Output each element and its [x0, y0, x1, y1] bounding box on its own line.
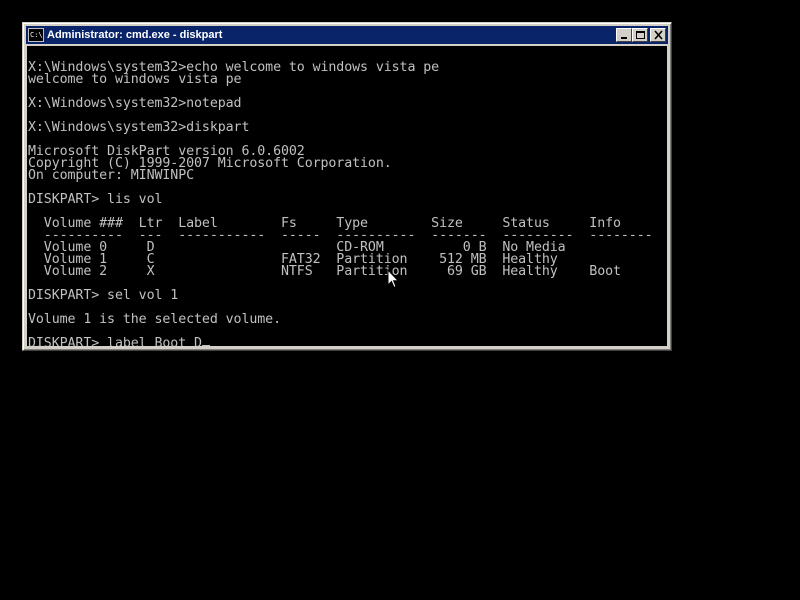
console-line: X:\Windows\system32>diskpart — [28, 120, 250, 135]
console-line: welcome to windows vista pe — [28, 72, 242, 87]
minimize-button[interactable] — [616, 28, 632, 42]
window-title: Administrator: cmd.exe - diskpart — [47, 29, 223, 41]
mouse-pointer-icon — [387, 269, 399, 289]
text-cursor — [201, 345, 210, 346]
cmd-window[interactable]: C:\ Administrator: cmd.exe - diskpart X:… — [22, 22, 672, 351]
close-icon — [654, 30, 663, 40]
console-line: Volume 2 X NTFS Partition 69 GB Healthy … — [28, 264, 621, 279]
minimize-icon — [621, 37, 627, 39]
console-area[interactable]: X:\Windows\system32>echo welcome to wind… — [27, 46, 667, 346]
maximize-icon — [636, 31, 645, 39]
console-line: DISKPART> sel vol 1 — [28, 288, 179, 303]
console-line: On computer: MINWINPC — [28, 168, 195, 183]
console-line: DISKPART> lis vol — [28, 192, 163, 207]
title-bar[interactable]: C:\ Administrator: cmd.exe - diskpart — [26, 26, 668, 44]
console-output: X:\Windows\system32>echo welcome to wind… — [27, 46, 667, 346]
command-prompt-input[interactable]: DISKPART> label Boot D — [28, 336, 202, 346]
window-controls — [616, 28, 666, 42]
console-line: Volume 1 is the selected volume. — [28, 312, 281, 327]
cmd-icon[interactable]: C:\ — [28, 28, 44, 42]
console-line: X:\Windows\system32>notepad — [28, 96, 242, 111]
desktop: C:\ Administrator: cmd.exe - diskpart X:… — [0, 0, 800, 600]
close-button[interactable] — [650, 28, 666, 42]
maximize-button[interactable] — [632, 28, 648, 42]
